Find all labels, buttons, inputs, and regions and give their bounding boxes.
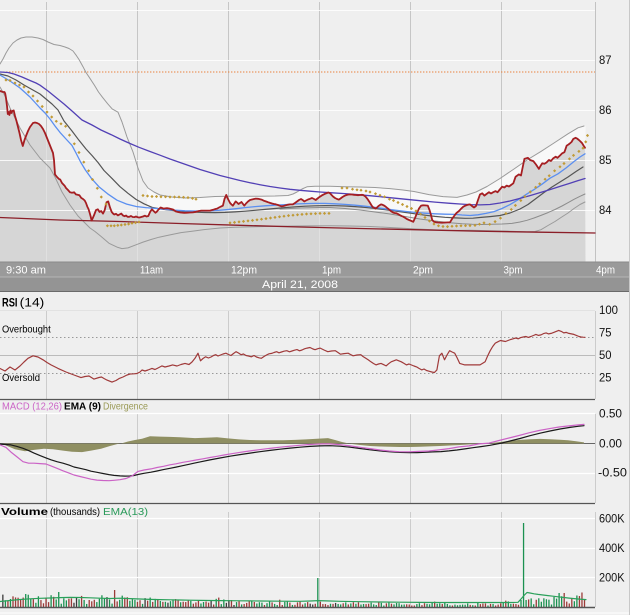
svg-text:April 21, 2008: April 21, 2008 [262, 279, 338, 291]
svg-text:9:30 am: 9:30 am [6, 265, 46, 277]
svg-text:600K: 600K [599, 514, 625, 526]
svg-text:0.00: 0.00 [599, 438, 622, 450]
svg-text:200K: 200K [599, 573, 625, 585]
svg-text:85: 85 [599, 155, 612, 167]
svg-text:11am: 11am [140, 265, 163, 277]
svg-text:75: 75 [599, 328, 612, 340]
svg-text:4pm: 4pm [596, 265, 615, 277]
svg-text:2pm: 2pm [413, 265, 433, 277]
svg-text:50: 50 [599, 350, 612, 362]
svg-text:(thousands): (thousands) [50, 506, 100, 518]
svg-text:EMA (9): EMA (9) [64, 401, 101, 413]
svg-text:86: 86 [599, 105, 612, 117]
svg-text:0.50: 0.50 [599, 408, 622, 420]
svg-text:1pm: 1pm [322, 265, 341, 277]
svg-text:Overbought: Overbought [2, 324, 51, 336]
svg-text:EMA(13): EMA(13) [103, 506, 148, 518]
svg-text:25: 25 [599, 373, 612, 385]
svg-text:400K: 400K [599, 543, 625, 555]
svg-text:(14): (14) [20, 298, 45, 310]
svg-text:100: 100 [599, 305, 618, 317]
svg-text:12pm: 12pm [231, 265, 257, 277]
svg-text:87: 87 [599, 55, 612, 67]
svg-text:-0.50: -0.50 [598, 468, 627, 480]
svg-text:MACD (12,26): MACD (12,26) [2, 401, 62, 413]
svg-text:84: 84 [599, 205, 612, 217]
svg-text:Oversold: Oversold [2, 372, 40, 384]
svg-text:RSI: RSI [2, 298, 18, 310]
svg-text:3pm: 3pm [504, 265, 523, 277]
svg-text:Divergence: Divergence [103, 401, 148, 413]
svg-text:Volume: Volume [1, 506, 48, 518]
